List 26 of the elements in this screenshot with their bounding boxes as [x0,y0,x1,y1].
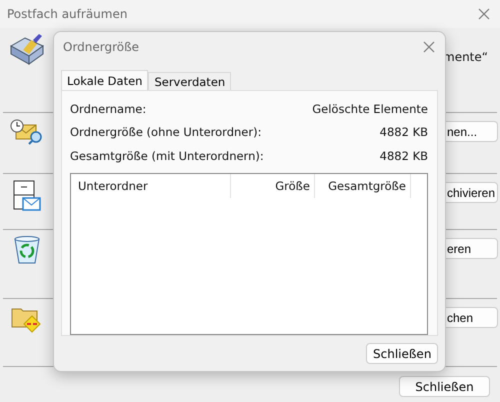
cabinet-envelope-icon [12,180,42,212]
subfolder-list[interactable]: Unterordner Größe Gesamtgröße [70,173,428,336]
clock-envelope-icon [10,119,44,145]
close-icon[interactable] [423,41,435,53]
field-label: Ordnername: [70,102,146,116]
recycle-bin-icon [14,236,40,264]
close-button[interactable]: Schließen [399,376,490,397]
field-value: 4882 KB [380,148,428,163]
action-button[interactable]: eren [446,238,498,259]
field-label: Ordnergröße (ohne Unterordner): [70,125,262,140]
close-button[interactable]: Schließen [366,343,438,364]
field-value: Gelöschte Elemente [312,102,428,116]
action-button[interactable]: chen [446,307,498,328]
column-header[interactable]: Größe [231,174,315,198]
tab[interactable]: Lokale Daten [61,70,148,90]
tab[interactable]: Serverdaten [148,72,232,90]
column-header[interactable]: Unterordner [71,174,231,198]
window-title: Postfach aufräumen [7,7,128,21]
action-button[interactable]: chivieren [446,182,498,203]
column-header[interactable]: Gesamtgröße [315,174,411,198]
close-icon[interactable] [478,8,490,20]
field-label: Gesamtgröße (mit Unterordnern): [70,148,264,163]
inbox-broom-icon [9,34,45,66]
action-button[interactable]: nen... [446,121,498,142]
dialog-title: Ordnergröße [63,40,140,54]
field-value: 4882 KB [380,125,428,140]
